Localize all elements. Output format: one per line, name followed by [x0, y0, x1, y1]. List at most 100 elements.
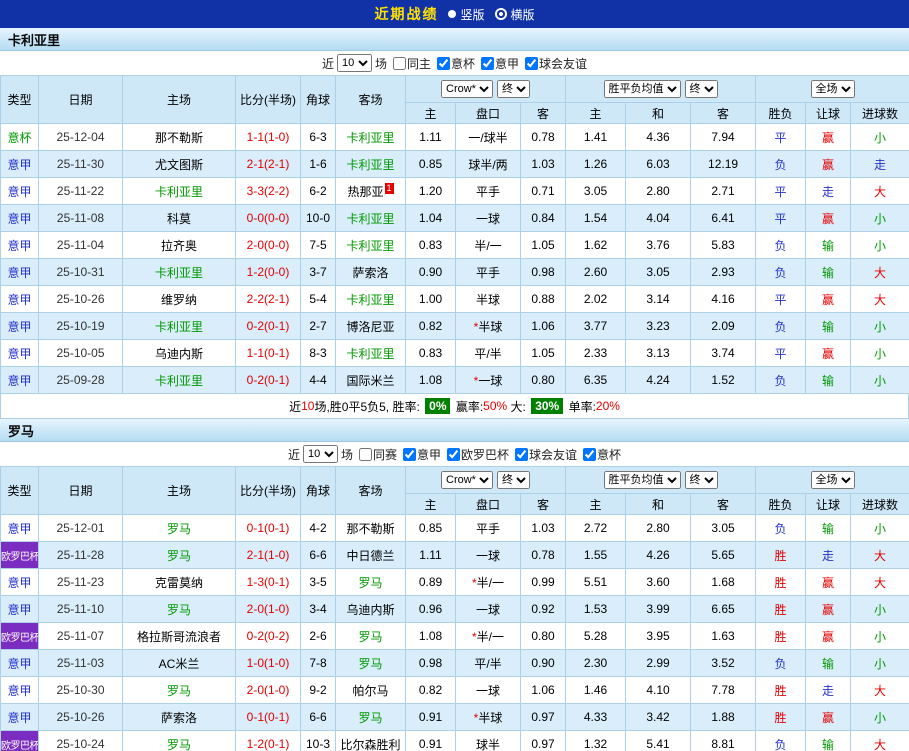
odds-company-select[interactable]: Crow* — [441, 80, 493, 98]
filter-option-label: 欧罗巴杯 — [461, 447, 510, 462]
corner-cell: 3-7 — [300, 258, 336, 286]
filter-checkbox-2[interactable] — [402, 447, 416, 461]
scope-select[interactable]: 全场 — [810, 80, 855, 98]
filter-option-2[interactable]: 意甲 — [402, 446, 441, 463]
date-cell: 25-09-28 — [38, 366, 123, 394]
odds-away-cell: 1.05 — [519, 339, 567, 367]
filter-option-4[interactable]: 球会友谊 — [525, 55, 587, 72]
avg-draw-cell: 4.36 — [625, 123, 692, 151]
match-count-select[interactable]: 10 — [302, 445, 338, 463]
odds-home-cell: 1.11 — [405, 541, 456, 569]
handicap-cell: 一球 — [455, 595, 521, 623]
result-cell: 胜 — [755, 622, 807, 650]
avg-time-select[interactable]: 终 — [684, 471, 718, 489]
handicap-result-cell: 赢 — [805, 204, 852, 232]
odds-company-select[interactable]: Crow* — [441, 471, 493, 489]
avg-away-cell: 1.68 — [690, 568, 757, 596]
result-cell: 负 — [755, 231, 807, 259]
filter-checkbox-3[interactable] — [447, 447, 460, 461]
away-team-cell: 卡利亚里 — [335, 231, 406, 259]
avg-time-select[interactable]: 终 — [684, 80, 718, 98]
league-cell: 意甲 — [0, 177, 39, 205]
filter-checkbox-5[interactable] — [583, 447, 597, 461]
near-label: 近 — [321, 56, 334, 71]
avg-home-cell: 1.53 — [565, 595, 627, 623]
corner-cell: 4-4 — [300, 366, 336, 394]
avg-home-cell: 2.30 — [565, 649, 627, 677]
match-row: 意甲 25-12-01 罗马 0-1(0-1) 4-2 那不勒斯 0.85 平手 1.03 2.7… — [0, 514, 909, 542]
handicap-result-cell: 走 — [805, 177, 852, 205]
layout-option-vertical[interactable]: 竖版 — [448, 6, 485, 23]
avg-draw-cell: 2.80 — [625, 177, 692, 205]
league-cell: 意甲 — [0, 312, 39, 340]
filter-option-1[interactable]: 同主 — [392, 55, 431, 72]
match-row: 意甲 25-10-05 乌迪内斯 1-1(0-1) 8-3 卡利亚里 0.83 平/半 1.05… — [0, 339, 909, 367]
handicap-result-cell: 输 — [805, 366, 852, 394]
filter-option-3[interactable]: 欧罗巴杯 — [447, 446, 509, 463]
filter-option-4[interactable]: 球会友谊 — [515, 446, 577, 463]
avg-draw-cell: 5.41 — [625, 730, 692, 751]
home-team-name: 萨索洛 — [160, 710, 197, 725]
filter-checkbox-2[interactable] — [437, 56, 450, 70]
avg-home-cell: 2.60 — [565, 258, 627, 286]
filter-option-1[interactable]: 同赛 — [358, 446, 397, 463]
away-team-name: 卡利亚里 — [346, 238, 395, 253]
avg-home-cell: 1.62 — [565, 231, 627, 259]
result-cell: 平 — [755, 204, 807, 232]
corner-cell: 10-0 — [300, 204, 336, 232]
away-team-cell: 萨索洛 — [335, 258, 406, 286]
odds-away-cell: 0.78 — [519, 123, 567, 151]
column-header-away: 客场 — [335, 466, 406, 515]
home-team-name: 卡利亚里 — [154, 265, 203, 280]
filter-checkbox-1[interactable] — [392, 56, 406, 70]
match-count-select[interactable]: 10 — [336, 54, 372, 72]
filter-option-2[interactable]: 意杯 — [437, 55, 475, 72]
column-header-date: 日期 — [38, 466, 123, 515]
handicap-result-cell: 赢 — [805, 622, 852, 650]
handicap-result-cell: 走 — [805, 541, 852, 569]
date-cell: 25-10-31 — [38, 258, 123, 286]
home-team-cell: AC米兰 — [122, 649, 236, 677]
filter-checkbox-1[interactable] — [358, 447, 372, 461]
goals-result-cell: 小 — [850, 703, 909, 731]
score-cell: 1-1(0-1) — [235, 339, 301, 367]
avg-draw-cell: 3.42 — [625, 703, 692, 731]
avg-away-cell: 7.78 — [690, 676, 757, 704]
avg-type-select[interactable]: 胜平负均值 — [603, 80, 681, 98]
goals-result-cell: 大 — [850, 568, 909, 596]
home-team-cell: 科莫 — [122, 204, 236, 232]
radio-unchecked-icon — [448, 10, 457, 18]
summary-part: 赢率: — [452, 399, 484, 414]
filter-option-3[interactable]: 意甲 — [481, 55, 519, 72]
home-team-cell: 那不勒斯 — [122, 123, 236, 151]
avg-type-select[interactable]: 胜平负均值 — [603, 471, 681, 489]
avg-home-cell: 1.41 — [565, 123, 627, 151]
score-cell: 0-0(0-0) — [235, 204, 301, 232]
away-team-name: 中日德兰 — [346, 548, 395, 563]
odds-home-cell: 1.20 — [405, 177, 456, 205]
filter-checkbox-4[interactable] — [525, 56, 539, 70]
avg-away-cell: 1.63 — [690, 622, 757, 650]
odds-away-cell: 1.06 — [519, 676, 567, 704]
handicap-cell: 平/半 — [455, 649, 521, 677]
odds-away-cell: 0.80 — [519, 366, 567, 394]
odds-group-header: Crow* 终 — [404, 75, 567, 103]
filter-checkbox-4[interactable] — [515, 447, 529, 461]
filter-option-5[interactable]: 意杯 — [583, 446, 621, 463]
score-cell: 2-0(1-0) — [235, 595, 301, 623]
column-header-result: 胜负 — [755, 102, 807, 124]
odds-away-cell: 0.92 — [519, 595, 567, 623]
filter-checkbox-3[interactable] — [481, 56, 495, 70]
near-label: 近 — [287, 447, 300, 462]
match-row: 欧罗巴杯 25-11-28 罗马 2-1(1-0) 6-6 中日德兰 1.11 一球 0.78 1… — [0, 541, 909, 569]
away-handicap-star: * — [473, 373, 479, 388]
avg-home-cell: 2.33 — [565, 339, 627, 367]
layout-option-horizontal[interactable]: 横版 — [494, 6, 535, 23]
scope-select[interactable]: 全场 — [810, 471, 855, 489]
date-cell: 25-11-10 — [38, 595, 123, 623]
avg-away-cell: 3.05 — [690, 514, 757, 542]
odds-time-select[interactable]: 终 — [497, 471, 530, 489]
date-cell: 25-10-26 — [38, 285, 123, 313]
score-cell: 2-1(1-0) — [235, 541, 301, 569]
odds-time-select[interactable]: 终 — [497, 80, 530, 98]
